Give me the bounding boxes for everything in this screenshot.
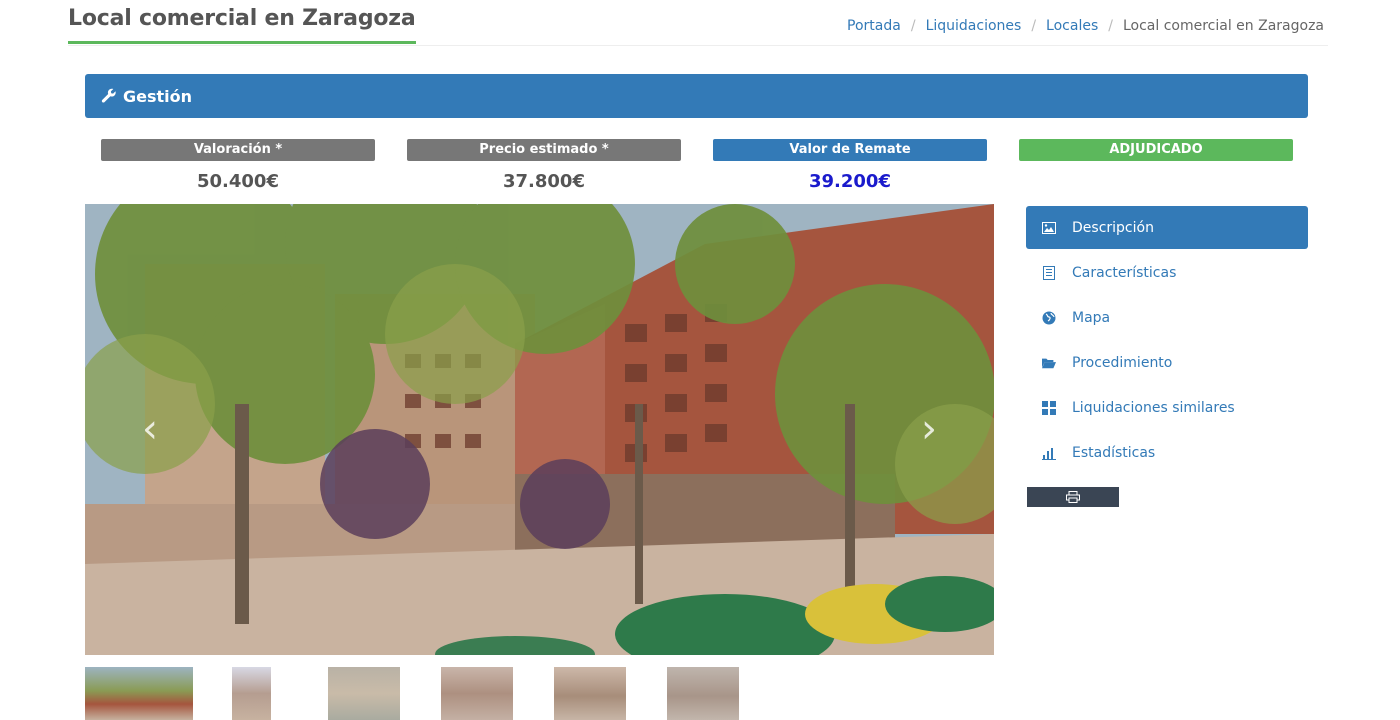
valor-remate-label: Valor de Remate [713, 139, 987, 161]
nav-item-liquidaciones-similares[interactable]: Liquidaciones similares [1026, 386, 1308, 429]
precio-estimado-label: Precio estimado * [407, 139, 681, 161]
precio-estimado-value: 37.800€ [503, 171, 585, 192]
thumbnail[interactable] [441, 667, 513, 720]
breadcrumb-separator: / [1108, 18, 1113, 34]
nav-item-procedimiento[interactable]: Procedimiento [1026, 341, 1308, 384]
print-icon [1066, 491, 1080, 503]
price-box-valoracion: Valoración * 50.400€ [101, 139, 375, 192]
nav-label: Mapa [1072, 309, 1111, 326]
thumbnail[interactable] [667, 667, 739, 720]
nav-item-descripcion[interactable]: Descripción [1026, 206, 1308, 249]
list-icon [1042, 265, 1056, 280]
wrench-icon [101, 88, 116, 103]
nav-item-caracteristicas[interactable]: Características [1026, 251, 1308, 294]
page-title: Local comercial en Zaragoza [68, 6, 416, 44]
thumbnail[interactable] [554, 667, 626, 720]
thumbnail[interactable] [232, 667, 271, 720]
thumbnail[interactable] [85, 667, 193, 720]
picture-icon [1042, 221, 1056, 235]
chevron-left-icon: ‹ [142, 406, 158, 452]
carousel-prev-button[interactable]: ‹ [130, 404, 170, 454]
grid-icon [1042, 400, 1056, 415]
folder-open-icon [1042, 356, 1056, 370]
breadcrumb-liquidaciones[interactable]: Liquidaciones [926, 18, 1022, 34]
property-photo [85, 204, 994, 655]
carousel-next-button[interactable]: › [909, 404, 949, 454]
header-divider [68, 45, 1328, 46]
gestion-bar[interactable]: Gestión [85, 74, 1308, 118]
nav-item-mapa[interactable]: Mapa [1026, 296, 1308, 339]
breadcrumb: Portada / Liquidaciones / Locales / Loca… [847, 18, 1324, 34]
chevron-right-icon: › [921, 406, 937, 452]
bar-chart-icon [1042, 446, 1056, 460]
nav-label: Procedimiento [1072, 354, 1173, 371]
price-box-precio-estimado: Precio estimado * 37.800€ [407, 139, 681, 192]
valoracion-label: Valoración * [101, 139, 375, 161]
breadcrumb-locales[interactable]: Locales [1046, 18, 1098, 34]
print-button[interactable] [1027, 487, 1119, 507]
nav-label: Descripción [1072, 219, 1154, 236]
price-box-status: ADJUDICADO [1019, 139, 1293, 161]
breadcrumb-portada[interactable]: Portada [847, 18, 901, 34]
nav-label: Liquidaciones similares [1072, 399, 1235, 416]
globe-icon [1042, 311, 1056, 325]
status-badge: ADJUDICADO [1019, 139, 1293, 161]
nav-label: Estadísticas [1072, 444, 1156, 461]
photo-carousel[interactable]: ‹ › [85, 204, 994, 655]
breadcrumb-separator: / [910, 18, 916, 34]
nav-item-estadisticas[interactable]: Estadísticas [1026, 431, 1308, 474]
valor-remate-value: 39.200€ [809, 171, 891, 192]
breadcrumb-separator: / [1031, 18, 1037, 34]
breadcrumb-current: Local comercial en Zaragoza [1122, 18, 1324, 34]
valoracion-value: 50.400€ [197, 171, 279, 192]
side-nav: Descripción Características Mapa Procedi… [1026, 206, 1308, 476]
gestion-label: Gestión [123, 86, 193, 106]
nav-label: Características [1072, 264, 1177, 281]
price-box-valor-remate: Valor de Remate 39.200€ [713, 139, 987, 192]
thumbnail[interactable] [328, 667, 400, 720]
